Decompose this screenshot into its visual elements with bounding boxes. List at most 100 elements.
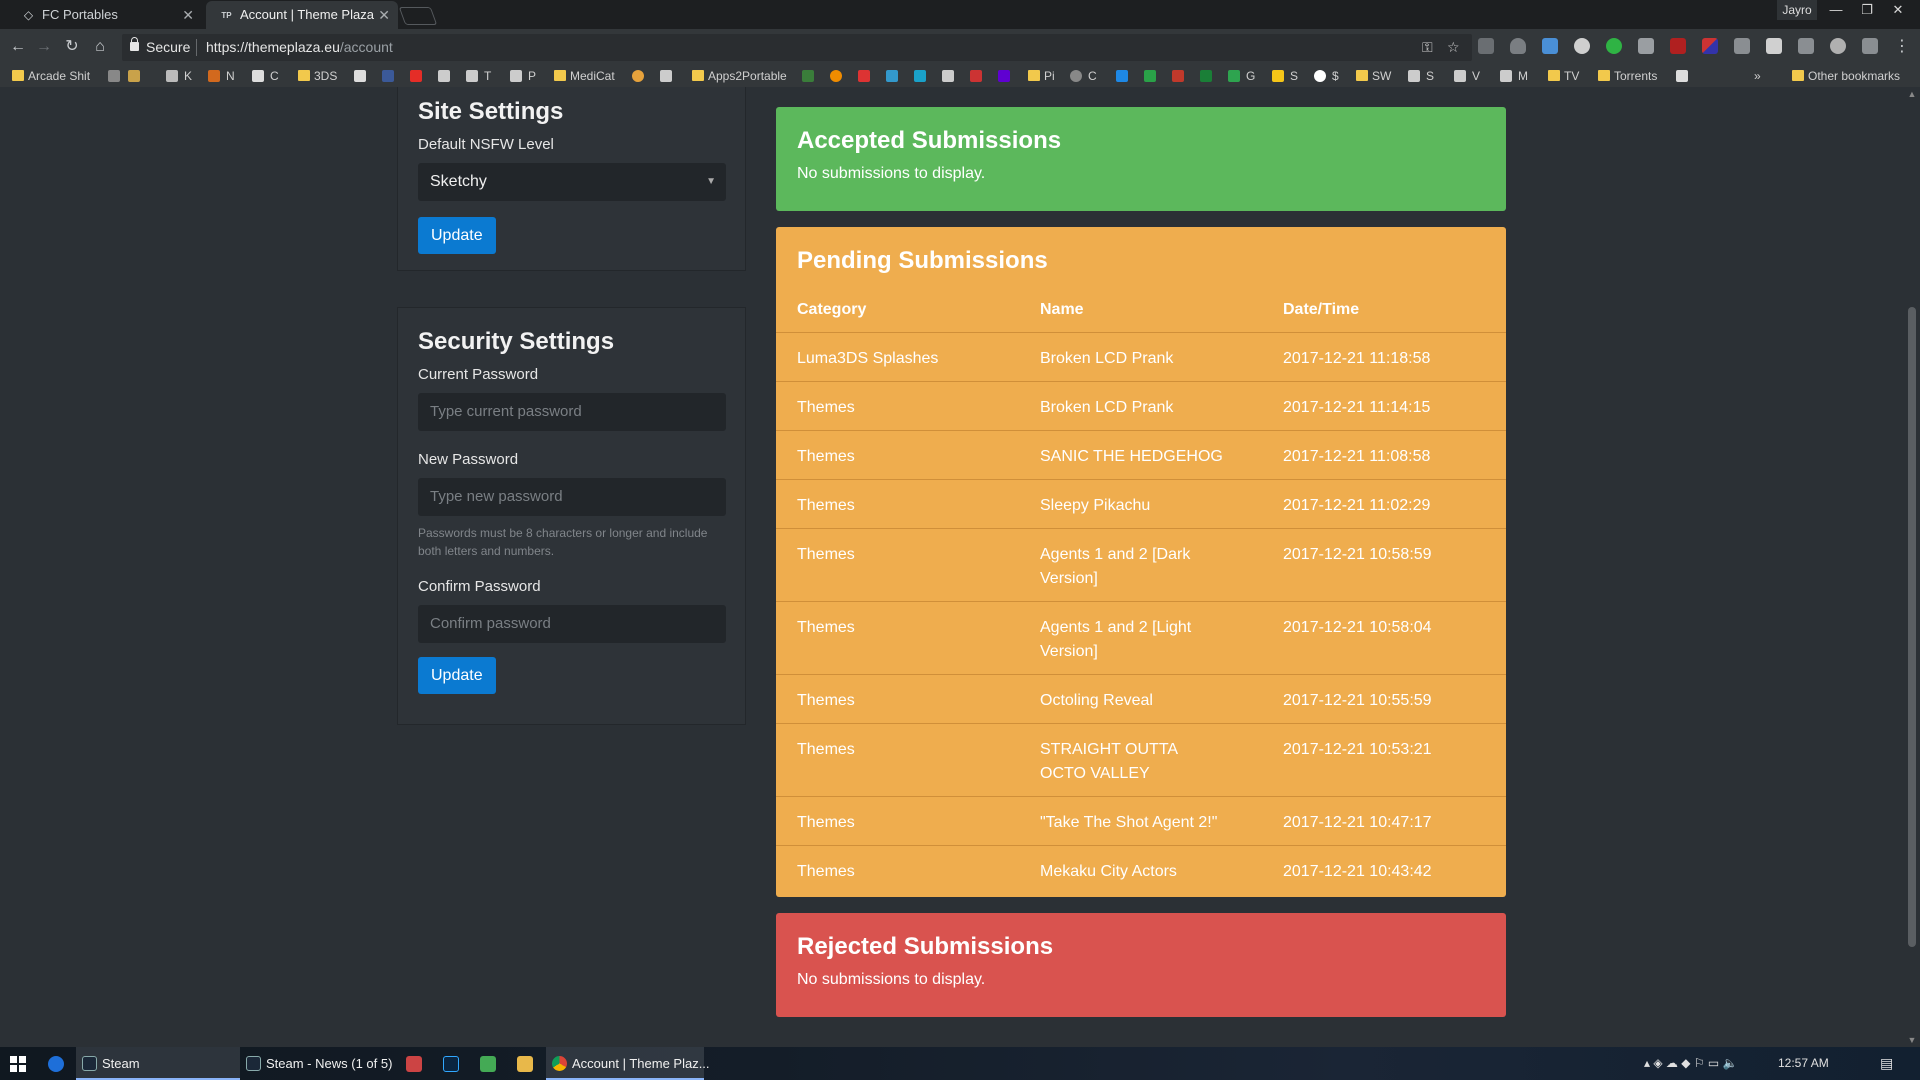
facebook-icon[interactable] <box>382 70 394 82</box>
bookmark-icon[interactable] <box>1172 70 1184 82</box>
scrollbar-thumb[interactable] <box>1908 307 1916 947</box>
bookmark-icon[interactable] <box>660 70 672 82</box>
bookmark-link[interactable]: C <box>252 65 279 87</box>
close-window-icon[interactable]: ✕ <box>1883 0 1913 20</box>
table-row[interactable]: Themes "Take The Shot Agent 2!" 2017-12-… <box>776 797 1506 846</box>
restore-icon[interactable]: ❐ <box>1852 0 1882 20</box>
bookmark-star-icon[interactable]: ☆ <box>1447 34 1460 61</box>
bookmark-folder[interactable]: SW <box>1354 65 1391 87</box>
bookmark-icon[interactable] <box>128 70 140 82</box>
reload-icon[interactable]: ↻ <box>62 37 82 57</box>
table-row[interactable]: Themes Sleepy Pikachu 2017-12-21 11:02:2… <box>776 480 1506 529</box>
app-icon[interactable] <box>480 1056 496 1072</box>
table-row[interactable]: Themes Agents 1 and 2 [Light Version] 20… <box>776 602 1506 675</box>
bookmark-link[interactable]: $ <box>1314 65 1339 87</box>
bookmark-icon[interactable] <box>632 70 644 82</box>
taskbar-item-steam-news[interactable]: Steam - News (1 of 5) <box>240 1047 392 1080</box>
bookmark-icon[interactable] <box>1116 70 1128 82</box>
bookmark-icon[interactable] <box>886 70 898 82</box>
bookmark-folder[interactable]: 3DS <box>296 65 337 87</box>
bookmark-folder[interactable]: Torrents <box>1596 65 1657 87</box>
taskbar-item-steam[interactable]: Steam <box>76 1047 240 1080</box>
extension-icon[interactable] <box>1862 38 1878 54</box>
page-icon[interactable] <box>942 70 954 82</box>
url-text[interactable]: https://themeplaza.eu/account <box>206 34 393 61</box>
youtube-icon[interactable] <box>410 70 422 82</box>
bookmark-icon[interactable] <box>108 70 120 82</box>
bookmark-icon[interactable] <box>830 70 842 82</box>
other-bookmarks-folder[interactable]: Other bookmarks <box>1790 65 1900 87</box>
bookmark-link[interactable]: C <box>1070 65 1097 87</box>
table-row[interactable]: Themes STRAIGHT OUTTA OCTO VALLEY 2017-1… <box>776 724 1506 797</box>
bookmark-link[interactable]: M <box>1500 65 1528 87</box>
menu-icon[interactable]: ⋮ <box>1892 37 1912 57</box>
bookmark-icon[interactable] <box>1676 70 1688 82</box>
tab-account-theme-plaza[interactable]: TP Account | Theme Plaza ✕ <box>206 1 398 29</box>
photoshop-icon[interactable] <box>443 1056 459 1072</box>
security-settings-update-button[interactable]: Update <box>418 657 496 694</box>
bookmark-icon[interactable] <box>858 70 870 82</box>
table-row[interactable]: Luma3DS Splashes Broken LCD Prank 2017-1… <box>776 333 1506 382</box>
bookmark-link[interactable]: T <box>466 65 491 87</box>
drive-icon[interactable] <box>1144 70 1156 82</box>
bookmark-link[interactable]: S <box>1272 65 1298 87</box>
extension-icon[interactable] <box>1798 38 1814 54</box>
app-icon[interactable] <box>406 1056 422 1072</box>
ublock-icon[interactable] <box>1670 38 1686 54</box>
key-icon[interactable]: ⚿ <box>1422 34 1433 61</box>
tab-close-icon[interactable]: ✕ <box>182 1 194 29</box>
new-tab-button[interactable] <box>398 7 438 25</box>
extension-icon[interactable] <box>1542 38 1558 54</box>
extension-icon[interactable] <box>1766 38 1782 54</box>
profile-button[interactable]: Jayro <box>1777 0 1817 20</box>
extension-icon[interactable] <box>1574 38 1590 54</box>
forward-arrow-icon[interactable]: → <box>34 37 54 57</box>
page-scrollbar[interactable]: ▲ ▼ <box>1904 87 1920 1047</box>
address-bar[interactable]: Secure https://themeplaza.eu/account ⚿ ☆ <box>122 34 1472 61</box>
internet-explorer-icon[interactable] <box>48 1056 64 1072</box>
table-row[interactable]: Themes SANIC THE HEDGEHOG 2017-12-21 11:… <box>776 431 1506 480</box>
bookmark-folder[interactable]: Arcade Shit <box>10 65 90 87</box>
new-password-input[interactable]: Type new password <box>418 478 726 516</box>
extension-icon[interactable] <box>1606 38 1622 54</box>
extension-icon[interactable] <box>1830 38 1846 54</box>
bookmark-icon[interactable] <box>1200 70 1212 82</box>
bookmark-folder[interactable]: MediCat <box>552 65 615 87</box>
extension-icon[interactable] <box>1702 38 1718 54</box>
bookmark-icon[interactable] <box>438 70 450 82</box>
back-arrow-icon[interactable]: ← <box>8 37 28 57</box>
tab-close-icon[interactable]: ✕ <box>378 1 390 29</box>
yahoo-icon[interactable] <box>998 70 1010 82</box>
taskbar-item-chrome[interactable]: Account | Theme Plaz... <box>546 1047 710 1080</box>
confirm-password-input[interactable]: Confirm password <box>418 605 726 643</box>
home-icon[interactable]: ⌂ <box>90 37 110 57</box>
clock[interactable]: 12:57 AM <box>1778 1047 1829 1080</box>
mail-icon[interactable] <box>970 70 982 82</box>
bookmark-icon[interactable] <box>914 70 926 82</box>
tray-icons[interactable]: ▴ ◈ ☁ ◆ ⚐ ▭ 🔈 <box>1644 1047 1738 1080</box>
bookmark-icon[interactable] <box>802 70 814 82</box>
shield-icon[interactable] <box>1510 38 1526 54</box>
grid-icon[interactable] <box>1638 38 1654 54</box>
current-password-input[interactable]: Type current password <box>418 393 726 431</box>
file-explorer-icon[interactable] <box>517 1056 533 1072</box>
scroll-up-icon[interactable]: ▲ <box>1904 87 1920 101</box>
bookmark-folder[interactable]: TV <box>1546 65 1579 87</box>
nsfw-level-select[interactable]: Sketchy ▼ <box>418 163 726 201</box>
scroll-down-icon[interactable]: ▼ <box>1904 1033 1920 1047</box>
extension-icon[interactable] <box>1478 38 1494 54</box>
bookmark-link[interactable]: P <box>510 65 536 87</box>
bookmark-link[interactable]: V <box>1454 65 1480 87</box>
notifications-icon[interactable]: ▤ <box>1880 1047 1893 1080</box>
bookmark-link[interactable]: N <box>208 65 235 87</box>
minimize-icon[interactable]: — <box>1821 0 1851 20</box>
table-row[interactable]: Themes Octoling Reveal 2017-12-21 10:55:… <box>776 675 1506 724</box>
bookmark-folder[interactable]: Pi <box>1026 65 1055 87</box>
table-row[interactable]: Themes Agents 1 and 2 [Dark Version] 201… <box>776 529 1506 602</box>
tab-fc-portables[interactable]: ◇ FC Portables ✕ <box>8 1 202 29</box>
bookmark-icon[interactable] <box>354 70 366 82</box>
bookmark-folder[interactable]: Apps2Portable <box>690 65 787 87</box>
bookmark-link[interactable]: K <box>166 65 192 87</box>
windows-start-icon[interactable] <box>10 1056 26 1072</box>
bookmark-link[interactable]: S <box>1408 65 1434 87</box>
